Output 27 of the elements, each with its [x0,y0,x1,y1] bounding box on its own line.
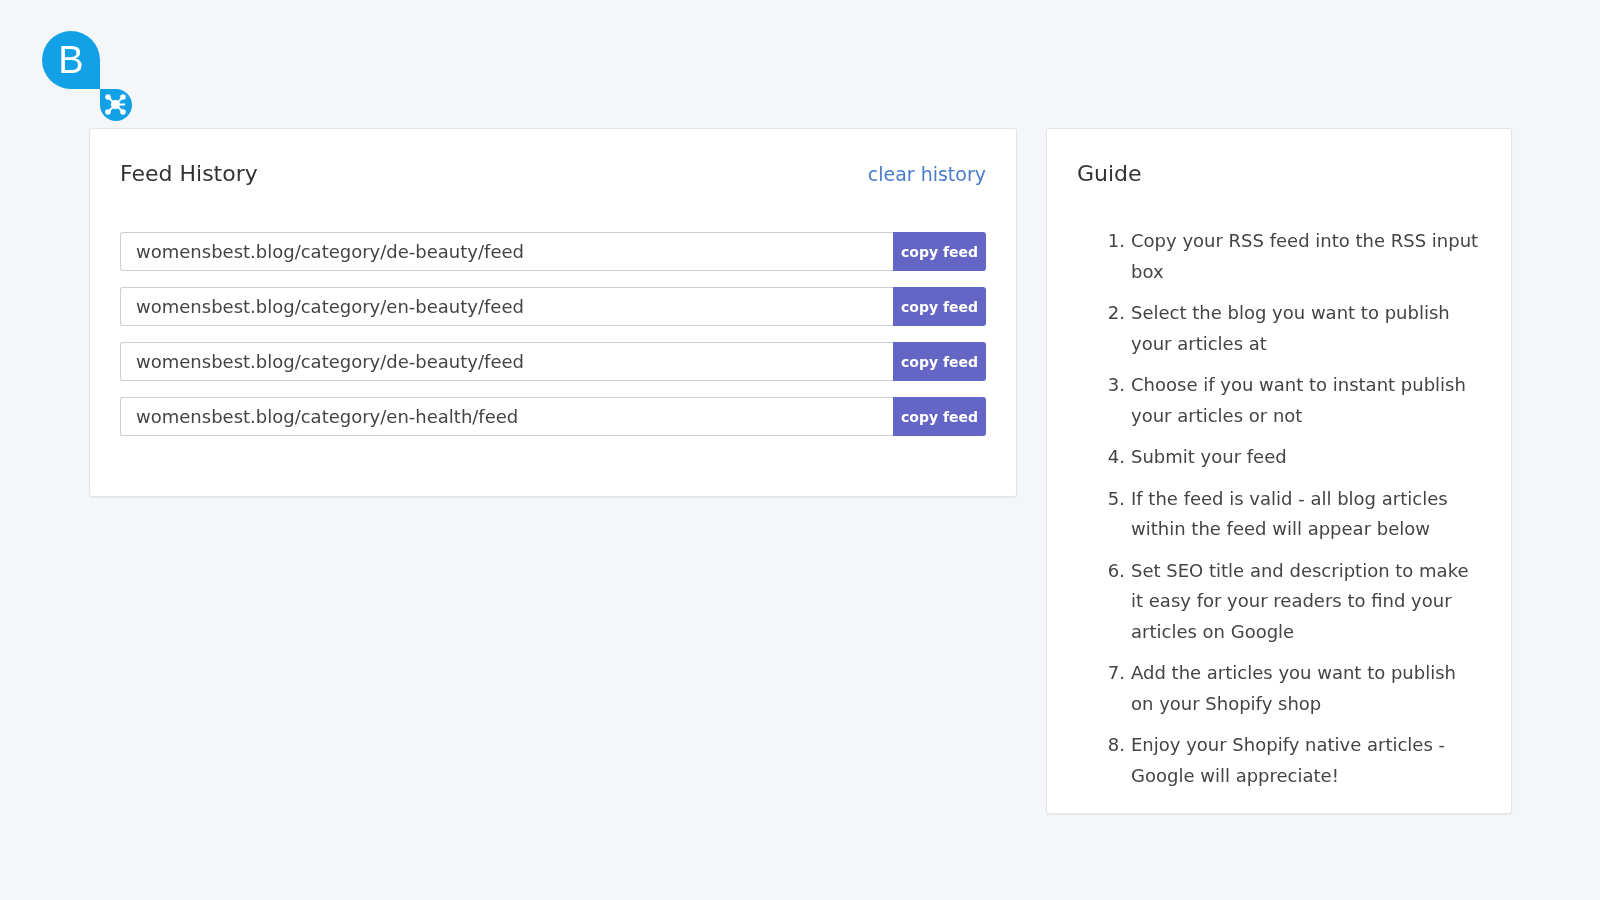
clear-history-link[interactable]: clear history [867,162,986,185]
step-number: 4. [1106,445,1125,469]
step-text: Enjoy your Shopify native articles - Google will appreciate! [1131,733,1447,788]
step-text: Add the articles you want to publish on your Shopify shop [1131,661,1457,716]
step-text: Submit your feed [1131,445,1287,469]
feed-url-field[interactable]: womensbest.blog/category/en-beauty/feed [120,287,893,326]
step-number: 3. [1106,373,1125,397]
step-text: If the feed is valid - all blog articles within the feed will appear below [1131,486,1449,541]
step-text: Copy your RSS feed into the RSS input box [1131,229,1480,284]
step-text: Set SEO title and description to make it easy for your readers to find your articles on Google [1131,558,1470,644]
copy-feed-button[interactable]: copy feed [893,232,986,271]
step-text: Choose if you want to instant publish your articles or not [1131,373,1467,428]
feed-url-field[interactable]: womensbest.blog/category/de-beauty/feed [120,232,893,271]
feed-history-title: Feed History [120,161,258,186]
guide-title: Guide [1077,161,1143,186]
copy-feed-button[interactable]: copy feed [893,397,986,436]
step-number: 8. [1106,733,1125,757]
feed-url-field[interactable]: womensbest.blog/category/en-health/feed [120,397,893,436]
step-number: 7. [1106,661,1125,685]
step-text: Select the blog you want to publish your articles at [1131,301,1451,356]
step-number: 2. [1106,301,1125,325]
feed-url-field[interactable]: womensbest.blog/category/de-beauty/feed [120,342,893,381]
copy-feed-button[interactable]: copy feed [893,342,986,381]
step-number: 5. [1106,486,1125,511]
step-number: 1. [1106,229,1125,253]
step-number: 6. [1106,558,1125,583]
copy-feed-button[interactable]: copy feed [893,287,986,326]
